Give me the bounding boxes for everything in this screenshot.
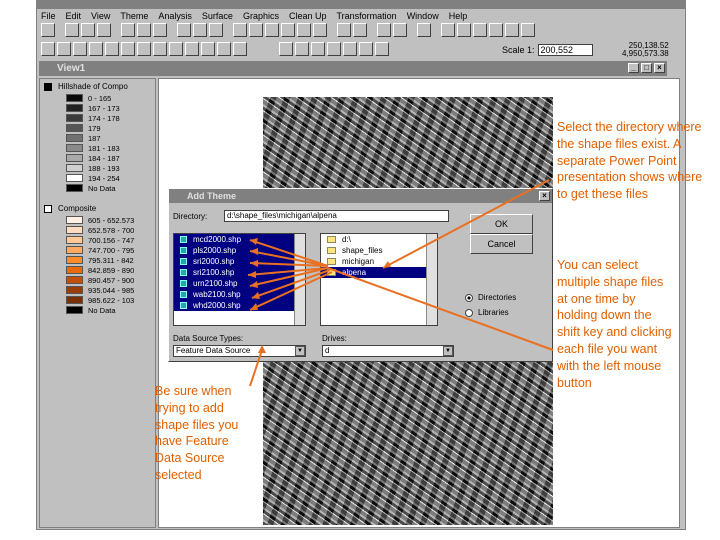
note-directory: Select the directory where the shape fil… <box>557 120 703 202</box>
arrow-line-multi <box>327 267 554 351</box>
arrow-to-data-source <box>249 349 263 387</box>
arrow-to-directory <box>382 179 550 269</box>
note-data-source: Be sure when trying to add shape files y… <box>155 384 239 482</box>
note-multi-select: You can select multiple shape files at o… <box>557 258 672 390</box>
